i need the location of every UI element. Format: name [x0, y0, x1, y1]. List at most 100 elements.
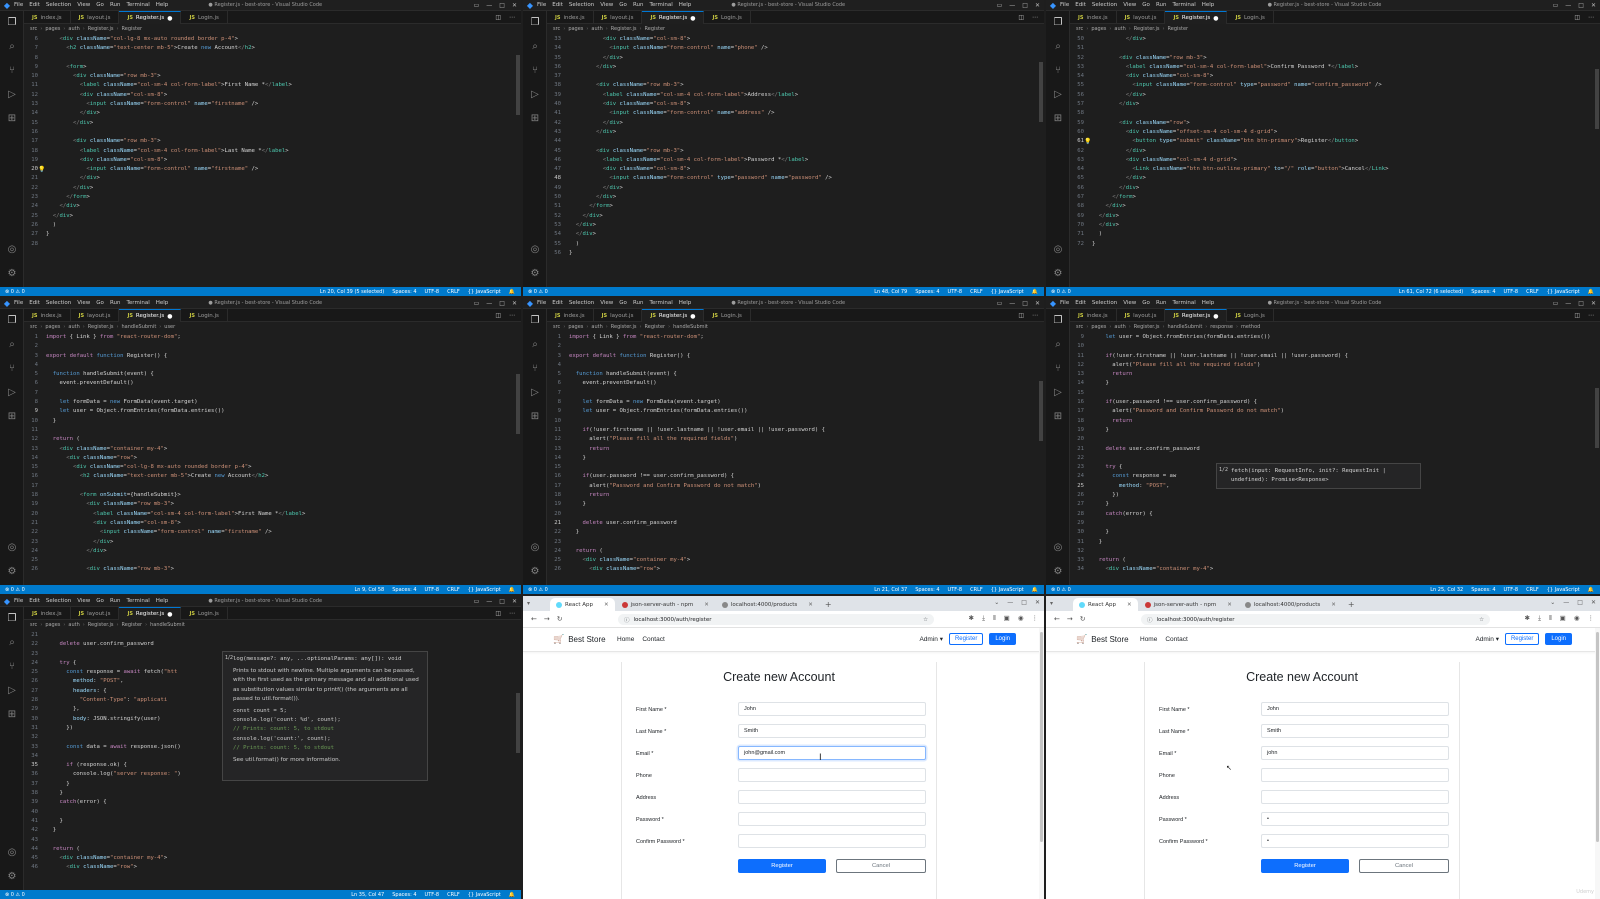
menu-item-run[interactable]: Run	[1156, 2, 1167, 8]
scroll-thumb[interactable]	[1595, 69, 1599, 129]
account-icon[interactable]: ◎	[1046, 536, 1070, 560]
login-nav-button[interactable]: Login	[989, 633, 1016, 645]
extensions-icon[interactable]: ⊞	[1046, 405, 1070, 429]
breadcrumb-item[interactable]: auth	[68, 324, 79, 330]
breadcrumb-item[interactable]: auth	[1114, 26, 1125, 32]
breadcrumb-item[interactable]: pages	[568, 324, 583, 330]
status-item[interactable]: CRLF	[970, 289, 983, 295]
field-input-confirmpassword[interactable]: •	[1261, 834, 1449, 848]
more-actions-icon[interactable]: ⋯	[1588, 14, 1594, 21]
menu-item-selection[interactable]: Selection	[46, 300, 71, 306]
menu-item-help[interactable]: Help	[156, 300, 169, 306]
status-item[interactable]: CRLF	[447, 587, 460, 593]
explorer-icon[interactable]: ❐	[523, 309, 547, 333]
search-icon[interactable]: ⌕	[1046, 333, 1070, 357]
close-icon[interactable]: ✕	[1035, 2, 1040, 9]
source-control-icon[interactable]: ⑂	[1046, 357, 1070, 381]
tab-register-js[interactable]: JS Register.js ●	[119, 11, 182, 24]
editor-scrollbar[interactable]	[515, 35, 521, 287]
status-item[interactable]: UTF-8	[425, 892, 440, 898]
nav-link-contact[interactable]: Contact	[1165, 636, 1187, 643]
menu-item-run[interactable]: Run	[633, 2, 644, 8]
breadcrumb-item[interactable]: src	[30, 324, 37, 330]
maximize-icon[interactable]: □	[1022, 2, 1028, 9]
status-item[interactable]: {} JavaScript	[1547, 289, 1580, 295]
breadcrumb-item[interactable]: user	[164, 324, 175, 330]
admin-dropdown[interactable]: Admin ▾	[919, 635, 943, 643]
close-icon[interactable]: ✕	[512, 300, 517, 307]
status-item[interactable]: Spaces: 4	[1471, 587, 1495, 593]
field-input-password[interactable]	[738, 812, 926, 826]
breadcrumb-item[interactable]: Register	[122, 26, 143, 32]
cursor-position[interactable]: Ln 20, Col 39 (5 selected)	[320, 289, 384, 295]
source-control-icon[interactable]: ⑂	[523, 357, 547, 381]
library-icon[interactable]: ⫴	[993, 614, 996, 623]
notification-bell-icon[interactable]: 🔔	[1588, 289, 1594, 295]
menu-item-file[interactable]: File	[1060, 300, 1069, 306]
split-view-icon[interactable]: ▣	[1560, 614, 1566, 623]
new-tab-icon[interactable]: +	[819, 598, 838, 611]
search-icon[interactable]: ⌕	[0, 631, 24, 655]
run-debug-icon[interactable]: ▷	[0, 83, 24, 107]
breadcrumb-item[interactable]: Register.js	[611, 324, 637, 330]
explorer-icon[interactable]: ❐	[523, 11, 547, 35]
library-icon[interactable]: ⫴	[1549, 614, 1552, 623]
bookmark-star-icon[interactable]: ☆	[923, 617, 928, 623]
breadcrumb-item[interactable]: Register	[122, 622, 143, 628]
url-input[interactable]: ⓘ localhost:3000/auth/register ☆	[1141, 614, 1490, 625]
status-item[interactable]: UTF-8	[425, 587, 440, 593]
tab-login-js[interactable]: JS Login.js	[181, 11, 228, 24]
account-icon[interactable]: ◎	[0, 238, 24, 262]
close-icon[interactable]: ✕	[512, 2, 517, 9]
scroll-thumb[interactable]	[516, 55, 520, 115]
menu-item-edit[interactable]: Edit	[552, 300, 563, 306]
cancel-button[interactable]: Cancel	[836, 859, 926, 873]
tab-layout-js[interactable]: JS layout.js	[71, 309, 120, 322]
status-problems[interactable]: ⊗ 0 ⚠ 0	[5, 587, 25, 593]
split-editor-icon[interactable]: ◫	[1574, 14, 1580, 21]
layout-icon[interactable]: ▭	[1553, 300, 1559, 307]
scroll-thumb[interactable]	[1039, 381, 1043, 441]
breadcrumb-item[interactable]: auth	[591, 324, 602, 330]
field-input-phone[interactable]	[1261, 768, 1449, 782]
breadcrumb-item[interactable]: method	[1241, 324, 1260, 330]
more-actions-icon[interactable]: ⋯	[509, 14, 515, 21]
minimize-icon[interactable]: —	[1009, 300, 1015, 307]
site-info-icon[interactable]: ⓘ	[1147, 616, 1153, 624]
maximize-icon[interactable]: □	[1021, 599, 1027, 606]
status-item[interactable]: {} JavaScript	[991, 289, 1024, 295]
register-nav-button[interactable]: Register	[1504, 633, 1540, 645]
run-debug-icon[interactable]: ▷	[0, 381, 24, 405]
breadcrumb-item[interactable]: src	[1076, 26, 1083, 32]
maximize-icon[interactable]: □	[499, 300, 505, 307]
more-actions-icon[interactable]: ⋯	[1032, 312, 1038, 319]
split-editor-icon[interactable]: ◫	[495, 312, 501, 319]
field-input-lastname[interactable]: Smith	[738, 724, 926, 738]
extensions-icon[interactable]: ⊞	[1046, 107, 1070, 131]
field-input-address[interactable]	[738, 790, 926, 804]
notification-bell-icon[interactable]: 🔔	[1032, 587, 1038, 593]
field-input-phone[interactable]	[738, 768, 926, 782]
close-icon[interactable]: ✕	[1591, 300, 1596, 307]
menu-icon[interactable]: ⋮	[1588, 614, 1595, 623]
split-view-icon[interactable]: ▣	[1004, 614, 1010, 623]
site-brand[interactable]: 🛒 Best Store	[553, 634, 606, 645]
settings-gear-icon[interactable]: ⚙	[1046, 560, 1070, 584]
breadcrumb-item[interactable]: src	[553, 324, 560, 330]
field-input-lastname[interactable]: Smith	[1261, 724, 1449, 738]
status-problems[interactable]: ⊗ 0 ⚠ 0	[5, 892, 25, 898]
account-icon[interactable]: ◎	[1046, 238, 1070, 262]
menu-item-help[interactable]: Help	[679, 300, 692, 306]
close-icon[interactable]: ✕	[1591, 2, 1596, 9]
explorer-icon[interactable]: ❐	[0, 607, 24, 631]
page-scrollbar[interactable]	[1595, 628, 1600, 899]
tab-login-js[interactable]: JS Login.js	[1227, 11, 1274, 24]
browser-tab[interactable]: json-server-auth - npm ✕	[1139, 598, 1238, 611]
status-problems[interactable]: ⊗ 0 ⚠ 0	[5, 289, 25, 295]
nav-link-home[interactable]: Home	[617, 636, 634, 643]
menu-item-terminal[interactable]: Terminal	[126, 598, 149, 604]
menu-item-run[interactable]: Run	[633, 300, 644, 306]
tab-register-js[interactable]: JS Register.js ●	[642, 309, 705, 322]
more-actions-icon[interactable]: ⋯	[509, 610, 515, 617]
notification-bell-icon[interactable]: 🔔	[1588, 587, 1594, 593]
